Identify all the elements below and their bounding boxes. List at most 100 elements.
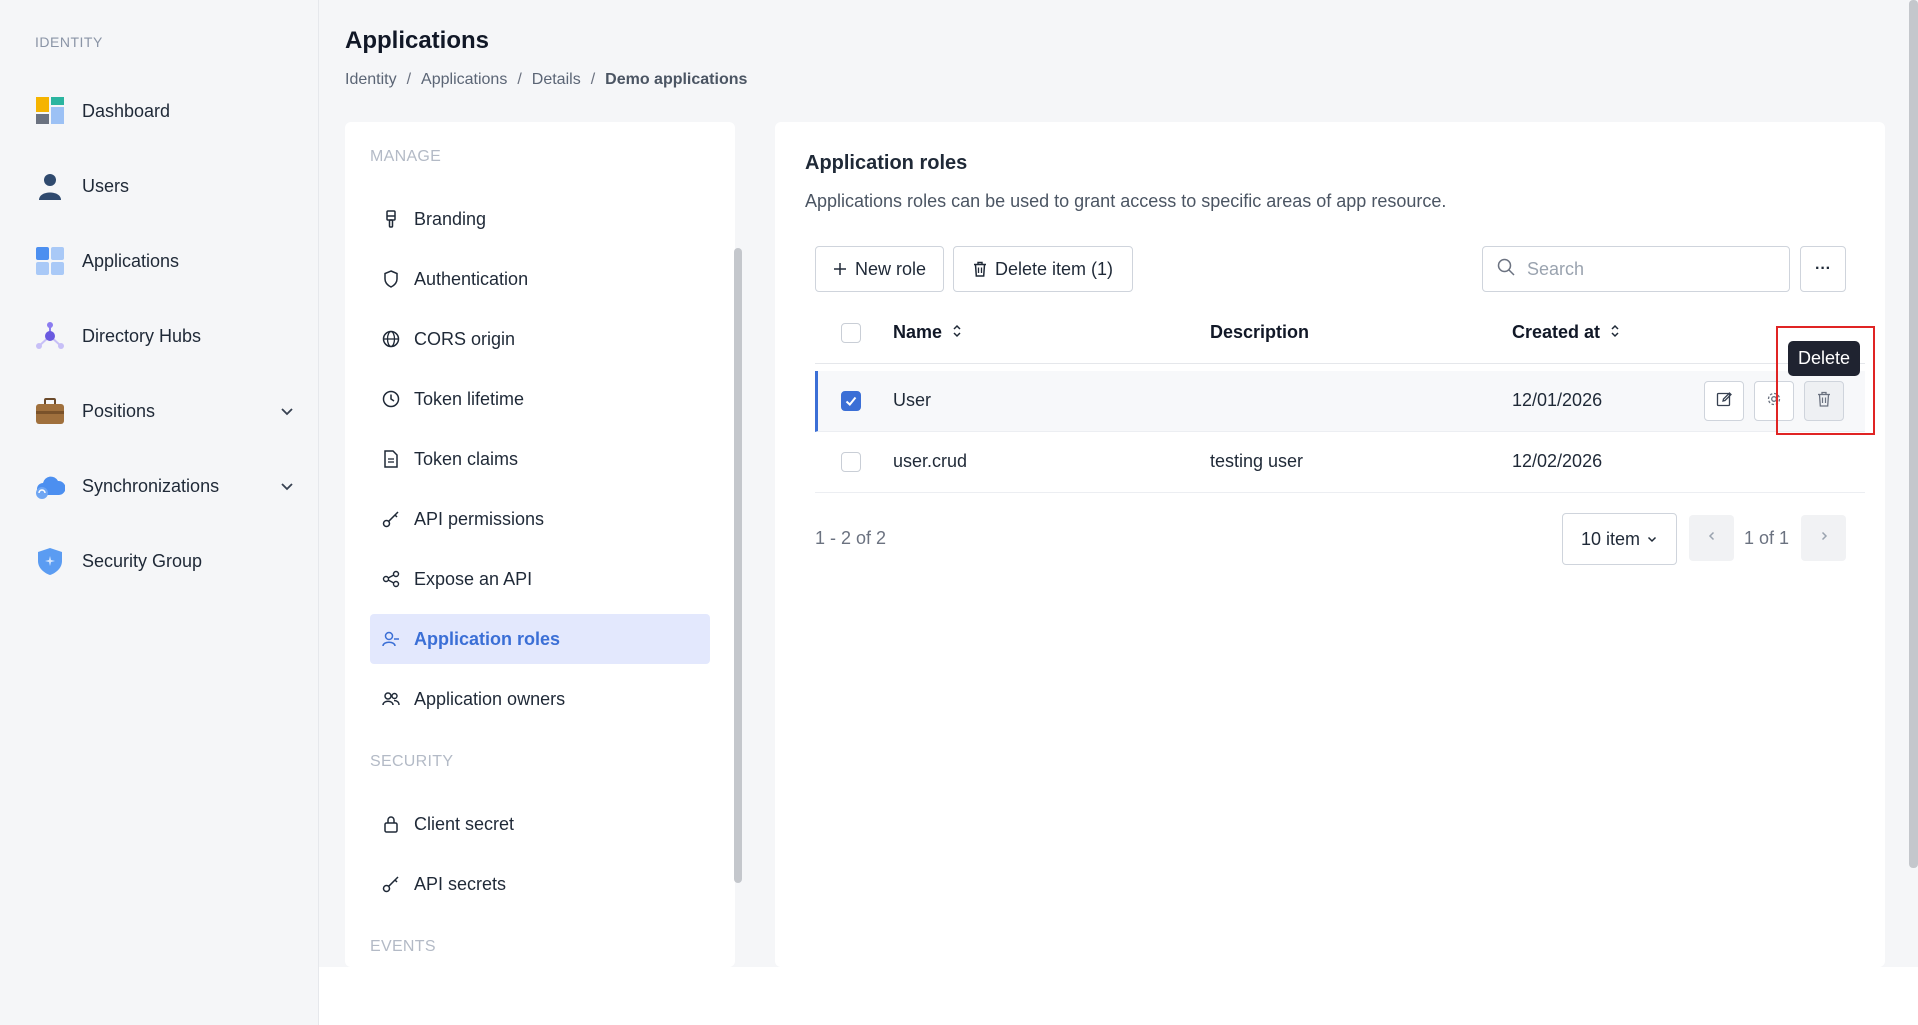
table-row[interactable]: User 12/01/2026	[815, 371, 1865, 432]
chevron-down-icon	[1646, 529, 1658, 550]
settings-item-api-permissions[interactable]: API permissions	[370, 494, 710, 544]
users-icon	[382, 690, 400, 708]
sidebar-item-label: Users	[82, 175, 130, 196]
lock-icon	[382, 815, 400, 833]
globe-icon	[382, 330, 400, 348]
column-header-description: Description	[1210, 322, 1309, 343]
breadcrumb-item[interactable]: Details	[532, 71, 581, 89]
page-size-value: 10 item	[1580, 528, 1641, 549]
search-input[interactable]	[1527, 258, 1767, 280]
pagination-range: 1 - 2 of 2	[815, 528, 887, 548]
settings-item-cors-origin[interactable]: CORS origin	[370, 314, 710, 364]
sort-icon[interactable]	[952, 322, 962, 343]
sort-icon[interactable]	[1610, 322, 1620, 343]
settings-item-application-owners[interactable]: Application owners	[370, 674, 710, 724]
settings-item-authentication[interactable]: Authentication	[370, 254, 710, 304]
settings-item-label: Token lifetime	[414, 388, 525, 409]
previous-page-button[interactable]	[1689, 515, 1734, 561]
card-description: Applications roles can be used to grant …	[805, 191, 1447, 211]
settings-item-expose-an-api[interactable]: Expose an API	[370, 554, 710, 604]
sidebar-item-label: Positions	[82, 400, 156, 421]
user-icon	[35, 171, 65, 201]
clock-icon	[382, 390, 400, 408]
page-scrollbar[interactable]	[1909, 0, 1918, 868]
settings-item-label: API secrets	[414, 873, 507, 894]
cloud-sync-icon	[35, 471, 65, 501]
breadcrumb-item[interactable]: Applications	[421, 71, 507, 89]
shield-outline-icon	[382, 270, 400, 288]
search-box[interactable]	[1482, 246, 1790, 292]
settings-item-branding[interactable]: Branding	[370, 194, 710, 244]
new-role-label: New role	[854, 258, 927, 279]
breadcrumb-separator: /	[517, 71, 522, 88]
chevron-right-icon	[1818, 529, 1830, 547]
hub-icon	[35, 321, 65, 351]
file-icon	[382, 450, 400, 468]
cell-name: User	[893, 390, 932, 410]
breadcrumb-item[interactable]: Identity	[345, 71, 397, 89]
search-icon	[1497, 258, 1515, 281]
settings-item-token-lifetime[interactable]: Token lifetime	[370, 374, 710, 424]
sidebar-item-synchronizations[interactable]: Synchronizations	[35, 466, 295, 506]
column-name-label: Name	[893, 322, 943, 342]
more-icon: ···	[1815, 260, 1831, 277]
column-description-label: Description	[1210, 322, 1310, 342]
page-title: Applications	[345, 27, 490, 54]
cell-created-at: 12/02/2026	[1512, 451, 1603, 471]
column-header-name[interactable]: Name	[893, 322, 962, 343]
settings-item-label: API permissions	[414, 508, 545, 529]
edit-icon	[1716, 391, 1732, 412]
dashboard-icon	[35, 96, 65, 126]
sidebar-item-label: Security Group	[82, 550, 203, 571]
page-size-select[interactable]: 10 item	[1562, 513, 1677, 565]
sidebar-item-users[interactable]: Users	[35, 166, 295, 206]
sidebar-heading: IDENTITY	[35, 34, 103, 50]
sidebar-item-directory-hubs[interactable]: Directory Hubs	[35, 316, 295, 356]
more-options-button[interactable]: ···	[1800, 246, 1846, 292]
delete-items-button[interactable]: Delete item (1)	[953, 246, 1133, 292]
settings-item-application-roles[interactable]: Application roles	[370, 614, 710, 664]
row-checkbox[interactable]	[841, 452, 861, 472]
settings-item-label: Client secret	[414, 813, 515, 834]
breadcrumb: Identity / Applications / Details / Demo…	[345, 71, 747, 89]
delete-items-label: Delete item (1)	[994, 258, 1114, 279]
settings-item-label: CORS origin	[414, 328, 516, 349]
table-header: Name Description Created at	[815, 302, 1865, 364]
settings-item-label: Token claims	[414, 448, 519, 469]
shield-icon	[35, 546, 65, 576]
sidebar-item-security-group[interactable]: Security Group	[35, 541, 295, 581]
sidebar-item-positions[interactable]: Positions	[35, 391, 295, 431]
cell-name: user.crud	[893, 451, 968, 471]
row-checkbox[interactable]	[841, 391, 861, 411]
cell-description: testing user	[1210, 451, 1304, 471]
sidebar-item-label: Dashboard	[82, 100, 171, 121]
column-header-created-at[interactable]: Created at	[1512, 322, 1620, 343]
settings-item-api-secrets[interactable]: API secrets	[370, 859, 710, 909]
column-created-at-label: Created at	[1512, 322, 1601, 342]
page-indicator: 1 of 1	[1744, 528, 1790, 548]
sidebar-item-label: Synchronizations	[82, 475, 220, 496]
breadcrumb-current: Demo applications	[605, 71, 748, 88]
sidebar-item-label: Directory Hubs	[82, 325, 202, 346]
chevron-down-icon[interactable]	[279, 403, 295, 424]
settings-item-label: Branding	[414, 208, 487, 229]
key-icon	[382, 510, 400, 528]
brush-icon	[382, 210, 400, 228]
settings-scrollbar[interactable]	[734, 248, 742, 883]
settings-item-client-secret[interactable]: Client secret	[370, 799, 710, 849]
user-role-icon	[382, 630, 400, 648]
new-role-button[interactable]: New role	[815, 246, 944, 292]
highlight-box	[1776, 326, 1875, 435]
next-page-button[interactable]	[1801, 515, 1846, 561]
sidebar-item-dashboard[interactable]: Dashboard	[35, 91, 295, 131]
settings-item-token-claims[interactable]: Token claims	[370, 434, 710, 484]
applications-icon	[35, 246, 65, 276]
select-all-checkbox[interactable]	[841, 323, 861, 343]
settings-item-label: Authentication	[414, 268, 529, 289]
share-icon	[382, 570, 400, 588]
sidebar-item-applications[interactable]: Applications	[35, 241, 295, 281]
edit-button[interactable]	[1704, 381, 1744, 421]
chevron-down-icon[interactable]	[279, 478, 295, 499]
table-row[interactable]: user.crud testing user 12/02/2026	[815, 432, 1865, 493]
settings-item-label: Application roles	[414, 628, 561, 649]
